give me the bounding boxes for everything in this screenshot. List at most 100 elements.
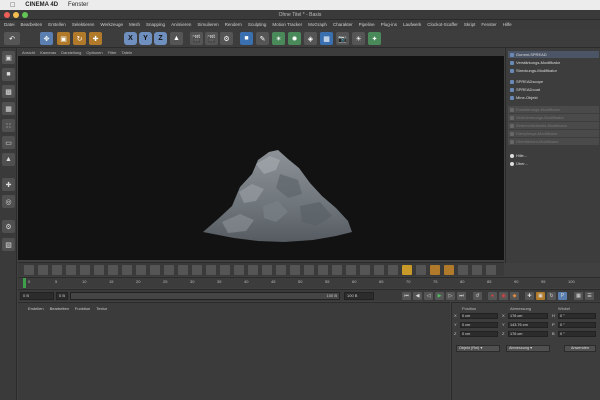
plugin-menu-item[interactable]: Hille...: [508, 152, 599, 159]
apply-button[interactable]: Anwenden: [564, 345, 596, 352]
plugin-menu-item[interactable]: Mine-Objekt: [508, 94, 599, 101]
viewport-tool-icon[interactable]: [248, 265, 258, 275]
viewport-tool-icon[interactable]: [290, 265, 300, 275]
menu-item[interactable]: Mesh: [129, 22, 140, 27]
viewport-tool-icon[interactable]: [416, 265, 426, 275]
snap-icon[interactable]: ⚙: [2, 220, 15, 233]
viewport-tool-icon[interactable]: [332, 265, 342, 275]
app-name[interactable]: CINEMA 4D: [25, 2, 58, 8]
go-to-end-icon[interactable]: ⏭: [457, 292, 466, 300]
viewport-tool-icon[interactable]: [374, 265, 384, 275]
render-view-icon[interactable]: 🎬: [190, 32, 203, 45]
menu-item[interactable]: Rendern: [225, 22, 242, 27]
viewport-tool-icon[interactable]: [94, 265, 104, 275]
plugin-menu-item[interactable]: Erweiterungs-Modifikator: [508, 106, 599, 113]
viewport-menu-item[interactable]: Optionen: [86, 50, 102, 55]
menu-item[interactable]: Motion Tracker: [272, 22, 302, 27]
plugin-menu-item[interactable]: Dämpfungs-Modifikator: [508, 130, 599, 137]
start-frame-field[interactable]: 0 B: [20, 292, 54, 300]
plugin-menu-item[interactable]: Verkrümmungs-Modifikator: [508, 114, 599, 121]
material-menu-item[interactable]: Bearbeiten: [50, 306, 69, 311]
viewport-tool-icon[interactable]: [402, 265, 412, 275]
viewport-tool-icon[interactable]: [80, 265, 90, 275]
viewport-tool-icon[interactable]: [52, 265, 62, 275]
menu-item[interactable]: Simulieren: [197, 22, 218, 27]
autokey-icon[interactable]: ◉: [499, 292, 508, 300]
menu-item[interactable]: Datei: [4, 22, 15, 27]
plugin-menu-item[interactable]: Über...: [508, 160, 599, 167]
menu-item[interactable]: Charakter: [333, 22, 353, 27]
viewport-tool-icon[interactable]: [360, 265, 370, 275]
viewport-menu-item[interactable]: Tafeln: [122, 50, 133, 55]
viewport-menu-item[interactable]: Filter: [108, 50, 117, 55]
viewport-tool-icon[interactable]: [150, 265, 160, 275]
model-mode-icon[interactable]: ■: [2, 68, 15, 81]
subdivision-icon[interactable]: ✶: [272, 32, 285, 45]
coordinate-system-icon[interactable]: ▲: [170, 32, 183, 45]
y-axis-button[interactable]: Y: [139, 32, 152, 45]
viewport-tool-icon[interactable]: [108, 265, 118, 275]
viewport-tool-icon[interactable]: [472, 265, 482, 275]
viewport-menu-item[interactable]: Kameras: [40, 50, 56, 55]
viewport-tool-icon[interactable]: [24, 265, 34, 275]
plugin-menu-item[interactable]: SPREADcoat: [508, 86, 599, 93]
make-editable-icon[interactable]: ▣: [2, 51, 15, 64]
material-menu-item[interactable]: Textur: [96, 306, 107, 311]
coordinate-mode-select[interactable]: Objekt (Rel) ▾: [456, 345, 500, 352]
move-tool-icon[interactable]: ✥: [40, 32, 53, 45]
viewport-menu-item[interactable]: Ansicht: [22, 50, 35, 55]
viewport-tool-icon[interactable]: [234, 265, 244, 275]
menu-item[interactable]: Skript: [464, 22, 476, 27]
enable-axis-icon[interactable]: ✚: [2, 178, 15, 191]
param-key-icon[interactable]: P: [558, 292, 567, 300]
plugin-menu-item[interactable]: Gummi-SPREAD: [508, 51, 599, 58]
loop-icon[interactable]: ↺: [473, 292, 482, 300]
apple-icon[interactable]: : [10, 2, 15, 9]
frame-range-slider[interactable]: 100 B: [70, 292, 340, 300]
menu-item[interactable]: Erstellen: [48, 22, 66, 27]
scale-mode-select[interactable]: Abmessung ▾: [506, 345, 550, 352]
size-input[interactable]: 176 cm: [508, 313, 548, 319]
viewport-tool-icon[interactable]: [444, 265, 454, 275]
menu-item[interactable]: Clockot-Scaffer: [427, 22, 458, 27]
menu-item[interactable]: Snapping: [146, 22, 165, 27]
viewport-tool-icon[interactable]: [458, 265, 468, 275]
points-mode-icon[interactable]: ∷: [2, 119, 15, 132]
viewport[interactable]: [18, 56, 504, 260]
prev-frame-icon[interactable]: ◁: [424, 292, 433, 300]
menu-item[interactable]: Selektieren: [72, 22, 95, 27]
array-icon[interactable]: ✹: [288, 32, 301, 45]
menu-item[interactable]: MoGraph: [308, 22, 327, 27]
viewport-tool-icon[interactable]: [262, 265, 272, 275]
menu-item[interactable]: Werkzeuge: [100, 22, 123, 27]
size-input[interactable]: 143.76 cm: [508, 322, 548, 328]
viewport-tool-icon[interactable]: [136, 265, 146, 275]
tweak-icon[interactable]: ◎: [2, 195, 15, 208]
end-frame-field[interactable]: 100 B: [344, 292, 374, 300]
viewport-tool-icon[interactable]: [178, 265, 188, 275]
polygons-mode-icon[interactable]: ▲: [2, 153, 15, 166]
viewport-tool-icon[interactable]: [206, 265, 216, 275]
viewport-tool-icon[interactable]: [276, 265, 286, 275]
timeline-menu-icon[interactable]: ☰: [585, 292, 594, 300]
floor-icon[interactable]: ▦: [320, 32, 333, 45]
material-menu-item[interactable]: Erstellen: [28, 306, 44, 311]
plugin-menu-item[interactable]: Verstärkungs-Modifikator: [508, 59, 599, 66]
light-icon[interactable]: ☀: [352, 32, 365, 45]
viewport-tool-icon[interactable]: [486, 265, 496, 275]
workplane-icon[interactable]: ▦: [2, 102, 15, 115]
z-axis-button[interactable]: Z: [154, 32, 167, 45]
keyframe-icon[interactable]: ◆: [510, 292, 519, 300]
prev-key-icon[interactable]: ◀: [413, 292, 422, 300]
playhead[interactable]: [23, 278, 26, 288]
viewport-tool-icon[interactable]: [164, 265, 174, 275]
play-icon[interactable]: ▶: [435, 292, 444, 300]
pla-icon[interactable]: ▦: [574, 292, 583, 300]
plugin-menu-item[interactable]: Streckungs-Modifikator: [508, 67, 599, 74]
workplane-lock-icon[interactable]: ▧: [2, 238, 15, 251]
plugin-menu-item[interactable]: Oberflächen-Modifikator: [508, 138, 599, 145]
texture-mode-icon[interactable]: ▩: [2, 85, 15, 98]
pen-icon[interactable]: ✎: [256, 32, 269, 45]
render-settings-icon[interactable]: ⚙: [220, 32, 233, 45]
cube-icon[interactable]: ■: [240, 32, 253, 45]
